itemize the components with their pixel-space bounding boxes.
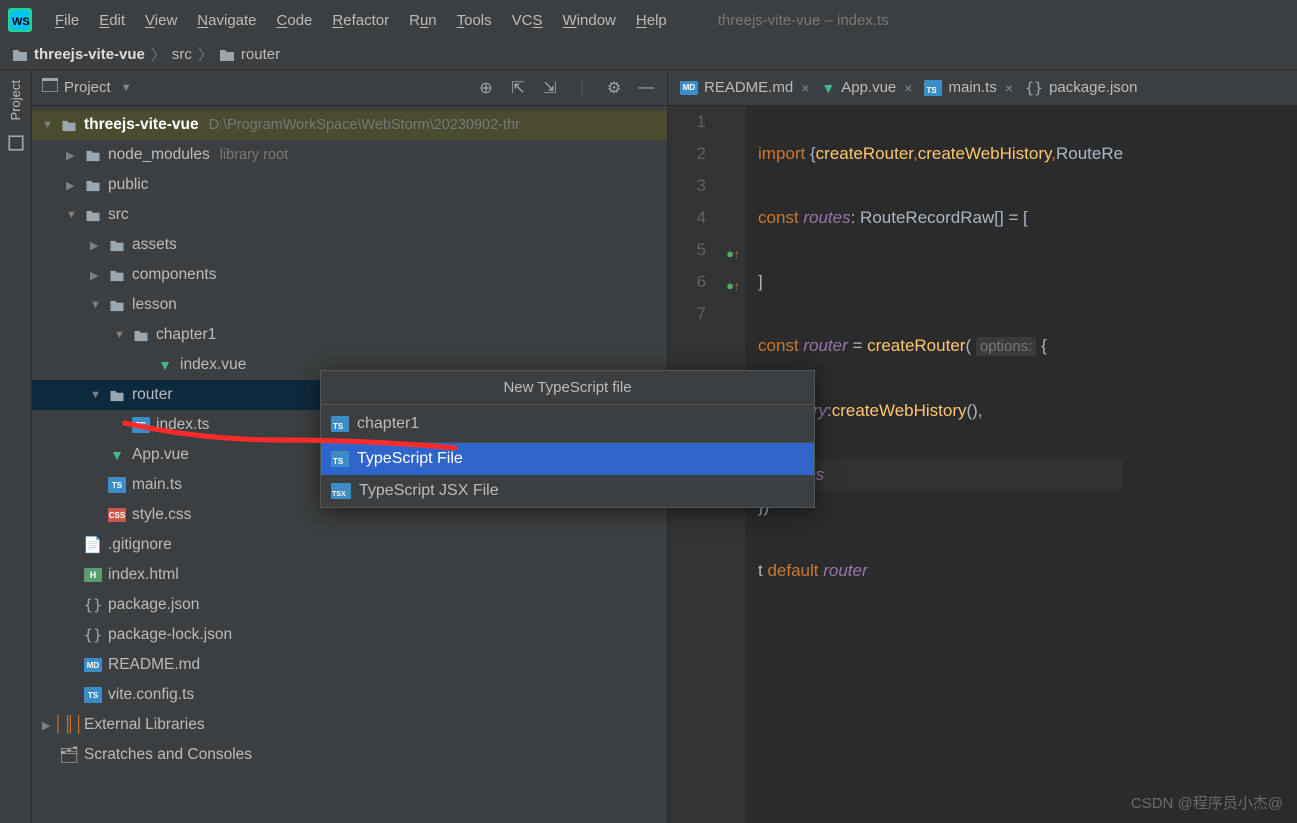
watermark: CSDN @程序员小杰@ — [1131, 792, 1283, 813]
gear-icon[interactable]: ⚙ — [603, 77, 625, 99]
editor-tabs: README.md× ▼App.vue× main.ts× package.js… — [668, 70, 1297, 106]
ts-icon — [84, 687, 102, 703]
menu-help[interactable]: Help — [627, 8, 676, 33]
project-tool-button[interactable]: Project — [8, 80, 23, 120]
library-icon: │║│ — [60, 716, 78, 734]
expand-icon[interactable]: ⇱ — [507, 77, 529, 99]
html-icon — [84, 568, 102, 582]
popup-title: New TypeScript file — [321, 371, 814, 405]
collapse-icon[interactable]: ⇲ — [539, 77, 561, 99]
tab-main[interactable]: main.ts× — [918, 70, 1019, 105]
tree-assets[interactable]: ▶assets — [32, 230, 667, 260]
tree-src[interactable]: ▼src — [32, 200, 667, 230]
ts-icon — [331, 416, 349, 432]
vue-icon: ▼ — [156, 357, 174, 373]
tree-public[interactable]: ▶public — [32, 170, 667, 200]
scratches-icon: 🗂 — [60, 746, 78, 765]
change-marker-icon: ● — [726, 270, 734, 302]
new-file-popup: New TypeScript file TypeScript File Type… — [320, 370, 815, 508]
locate-icon[interactable]: ⊕ — [475, 77, 497, 99]
vue-icon: ▼ — [108, 447, 126, 463]
minimize-icon[interactable]: — — [635, 77, 657, 99]
menu-edit[interactable]: Edit — [90, 8, 134, 33]
structure-tool-icon[interactable] — [7, 134, 25, 152]
json-icon — [1025, 79, 1043, 97]
chevron-right-icon: 〉 — [198, 44, 213, 65]
breadcrumb-router[interactable]: router — [241, 46, 280, 63]
menu-tools[interactable]: Tools — [448, 8, 501, 33]
sidebar-header: Project ▼ ⊕ ⇱ ⇲ | ⚙ — — [32, 70, 667, 106]
tree-project-root[interactable]: ▼threejs-vite-vueD:\ProgramWorkSpace\Web… — [32, 110, 667, 140]
menu-navigate[interactable]: Navigate — [188, 8, 265, 33]
vue-icon: ▼ — [821, 80, 835, 96]
md-icon — [84, 658, 102, 672]
chevron-down-icon[interactable]: ▼ — [121, 82, 132, 94]
tab-package[interactable]: package.json — [1019, 70, 1143, 105]
popup-option-ts[interactable]: TypeScript File — [321, 443, 814, 475]
close-icon[interactable]: × — [1005, 80, 1013, 96]
close-icon[interactable]: × — [801, 80, 809, 96]
tab-app[interactable]: ▼App.vue× — [815, 70, 918, 105]
json-icon — [84, 626, 102, 644]
filename-input[interactable] — [357, 415, 804, 433]
json-icon — [84, 596, 102, 614]
menu-vcs[interactable]: VCS — [503, 8, 552, 33]
folder-icon — [219, 48, 235, 62]
popup-input-row — [321, 405, 814, 443]
webstorm-logo-icon: WS — [8, 8, 32, 32]
menu-code[interactable]: Code — [268, 8, 322, 33]
md-icon — [680, 81, 698, 95]
tree-scratches[interactable]: 🗂Scratches and Consoles — [32, 740, 667, 770]
tree-chapter1[interactable]: ▼chapter1 — [32, 320, 667, 350]
window-title: threejs-vite-vue – index.ts — [718, 12, 889, 29]
breadcrumb-src[interactable]: src — [172, 46, 192, 63]
menu-refactor[interactable]: Refactor — [323, 8, 398, 33]
file-icon: 📄 — [84, 536, 102, 555]
project-view-icon — [42, 78, 58, 97]
svg-text:WS: WS — [12, 16, 30, 28]
tree-lesson[interactable]: ▼lesson — [32, 290, 667, 320]
tree-gitignore[interactable]: 📄.gitignore — [32, 530, 667, 560]
close-icon[interactable]: × — [904, 80, 912, 96]
tree-components[interactable]: ▶components — [32, 260, 667, 290]
change-marker-icon: ● — [726, 238, 734, 270]
ts-icon — [108, 477, 126, 493]
ts-icon — [331, 451, 349, 467]
tool-window-bar: Project — [0, 70, 32, 823]
folder-icon — [12, 48, 28, 62]
tree-readme[interactable]: README.md — [32, 650, 667, 680]
tree-node-modules[interactable]: ▶node_moduleslibrary root — [32, 140, 667, 170]
menu-file[interactable]: File — [46, 8, 88, 33]
menu-run[interactable]: Run — [400, 8, 446, 33]
ts-icon — [132, 417, 150, 433]
chevron-right-icon: 〉 — [151, 44, 166, 65]
tree-package-json[interactable]: package.json — [32, 590, 667, 620]
tree-package-lock[interactable]: package-lock.json — [32, 620, 667, 650]
breadcrumb-project[interactable]: threejs-vite-vue — [34, 46, 145, 63]
divider-icon: | — [571, 77, 593, 99]
tree-external-libraries[interactable]: ▶│║│External Libraries — [32, 710, 667, 740]
breadcrumb: threejs-vite-vue 〉 src 〉 router — [0, 40, 1297, 70]
menubar: WS File Edit View Navigate Code Refactor… — [0, 0, 1297, 40]
css-icon — [108, 508, 126, 522]
ts-icon — [924, 80, 942, 96]
menu-view[interactable]: View — [136, 8, 186, 33]
tree-index-html[interactable]: index.html — [32, 560, 667, 590]
sidebar-title[interactable]: Project — [64, 79, 111, 96]
popup-option-tsx[interactable]: TypeScript JSX File — [321, 475, 814, 507]
menu-window[interactable]: Window — [554, 8, 625, 33]
tsx-icon — [331, 483, 351, 499]
tree-vite-config[interactable]: vite.config.ts — [32, 680, 667, 710]
tab-readme[interactable]: README.md× — [674, 70, 815, 105]
